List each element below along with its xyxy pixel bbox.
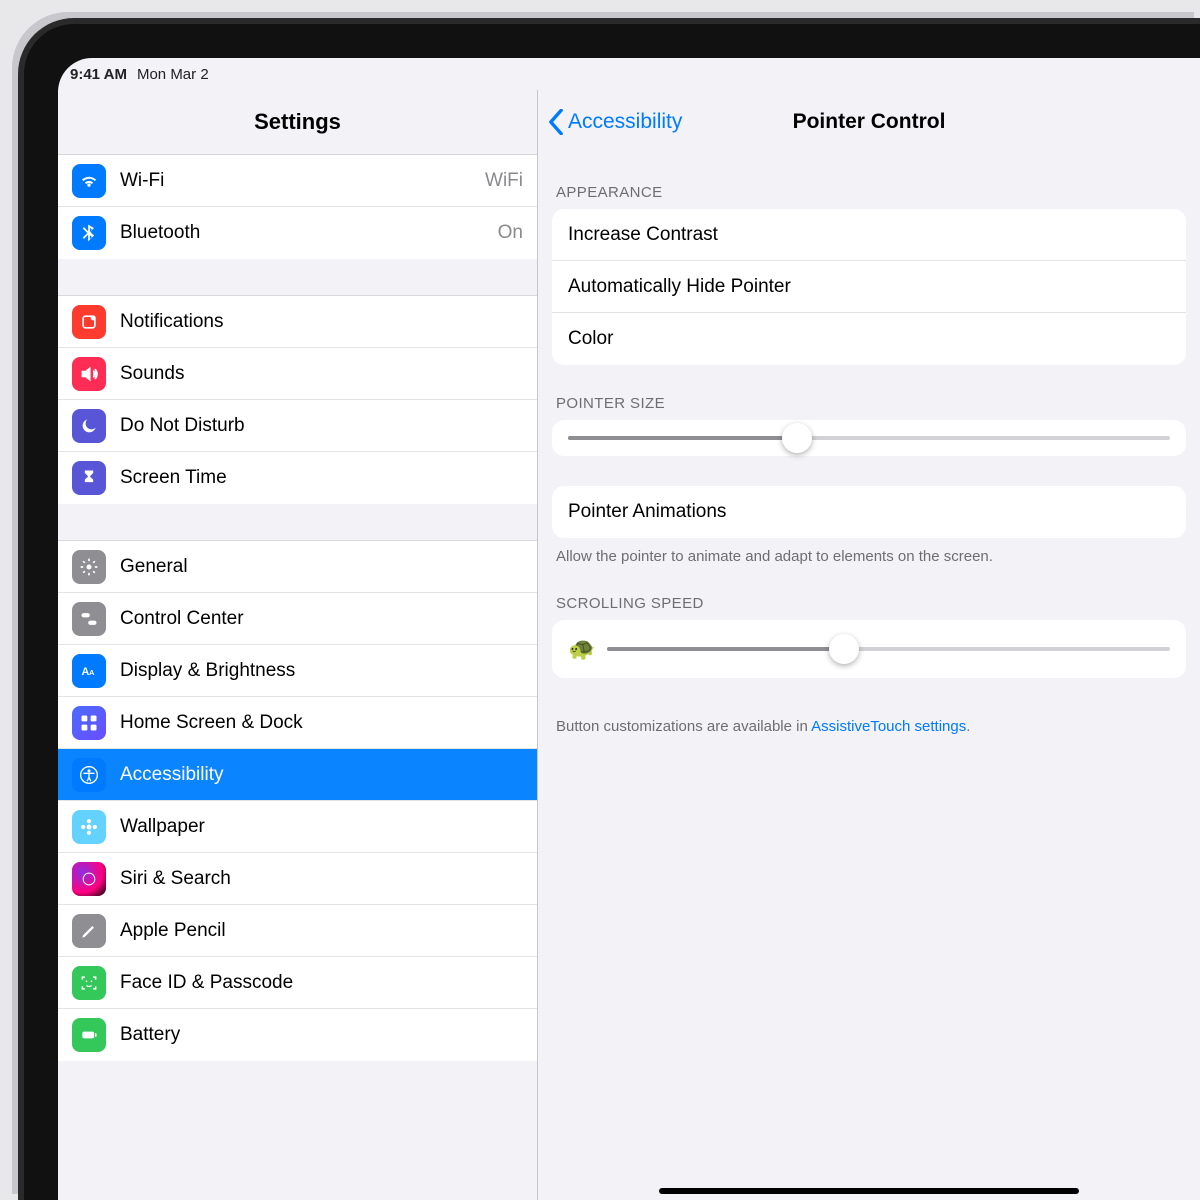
sidebar-item-wallpaper[interactable]: Wallpaper xyxy=(58,801,537,853)
switches-icon xyxy=(72,602,106,636)
sidebar-item-label: Siri & Search xyxy=(120,868,523,890)
sidebar-item-sounds[interactable]: Sounds xyxy=(58,348,537,400)
detail-pane: Accessibility Pointer Control APPEARANCE… xyxy=(538,90,1200,1200)
sidebar-item-label: Apple Pencil xyxy=(120,920,523,942)
slider-thumb[interactable] xyxy=(782,423,812,453)
battery-icon xyxy=(72,1018,106,1052)
status-bar: 9:41 AM Mon Mar 2 xyxy=(58,58,1200,90)
moon-icon xyxy=(72,409,106,443)
status-time: 9:41 AM xyxy=(70,66,127,83)
pointer-size-slider-group xyxy=(552,420,1186,456)
sidebar-item-screentime[interactable]: Screen Time xyxy=(58,452,537,504)
sidebar-item-label: Wi-Fi xyxy=(120,170,485,192)
sidebar-item-notifications[interactable]: Notifications xyxy=(58,296,537,348)
footer-suffix: . xyxy=(966,718,970,735)
sidebar-item-label: Accessibility xyxy=(120,764,523,786)
pointer-animations-row[interactable]: Pointer Animations xyxy=(552,486,1186,538)
settings-sidebar: Settings Wi-FiWiFiBluetoothOnNotificatio… xyxy=(58,90,538,1200)
section-label-appearance: APPEARANCE xyxy=(538,154,1200,209)
sidebar-item-label: Screen Time xyxy=(120,467,523,489)
cell-increase-contrast[interactable]: Increase Contrast xyxy=(552,209,1186,261)
sidebar-title: Settings xyxy=(58,90,537,154)
cell-auto-hide[interactable]: Automatically Hide Pointer xyxy=(552,261,1186,313)
grid-icon xyxy=(72,706,106,740)
appearance-group: Increase Contrast Automatically Hide Poin… xyxy=(552,209,1186,365)
sidebar-item-display[interactable]: AA Display & Brightness xyxy=(58,645,537,697)
sidebar-item-label: Face ID & Passcode xyxy=(120,972,523,994)
bluetooth-icon xyxy=(72,216,106,250)
sidebar-item-faceid[interactable]: Face ID & Passcode xyxy=(58,957,537,1009)
pointer-animations-group: Pointer Animations xyxy=(552,486,1186,538)
sidebar-item-label: Display & Brightness xyxy=(120,660,523,682)
pointer-animations-footer: Allow the pointer to animate and adapt t… xyxy=(538,538,1200,565)
chevron-left-icon xyxy=(548,109,564,135)
footer-prefix: Button customizations are available in xyxy=(556,718,811,735)
customization-footer: Button customizations are available in A… xyxy=(538,678,1200,735)
slider-thumb[interactable] xyxy=(829,634,859,664)
sidebar-item-label: Notifications xyxy=(120,311,523,333)
sidebar-item-label: Wallpaper xyxy=(120,816,523,838)
faceid-icon xyxy=(72,966,106,1000)
nav-bar: Accessibility xyxy=(538,90,1200,154)
turtle-icon: 🐢 xyxy=(568,636,595,662)
svg-text:A: A xyxy=(89,668,95,677)
assistivetouch-link[interactable]: AssistiveTouch settings xyxy=(811,718,966,735)
pencil-icon xyxy=(72,914,106,948)
sidebar-item-label: Sounds xyxy=(120,363,523,385)
device-frame: 9:41 AM Mon Mar 2 Settings Wi-FiWiFiBlue… xyxy=(18,18,1200,1200)
cell-label: Increase Contrast xyxy=(568,224,718,246)
sidebar-item-general[interactable]: General xyxy=(58,541,537,593)
cell-color[interactable]: Color xyxy=(552,313,1186,365)
sidebar-item-battery[interactable]: Battery xyxy=(58,1009,537,1061)
sidebar-item-accessibility[interactable]: Accessibility xyxy=(58,749,537,801)
sidebar-item-label: General xyxy=(120,556,523,578)
sidebar-item-value: WiFi xyxy=(485,170,523,192)
scrolling-speed-slider[interactable] xyxy=(607,647,1170,651)
text-size-icon: AA xyxy=(72,654,106,688)
sidebar-item-bluetooth[interactable]: BluetoothOn xyxy=(58,207,537,259)
hourglass-icon xyxy=(72,461,106,495)
sidebar-item-label: Control Center xyxy=(120,608,523,630)
gear-icon xyxy=(72,550,106,584)
sidebar-item-label: Bluetooth xyxy=(120,222,498,244)
section-label-scrolling-speed: SCROLLING SPEED xyxy=(538,565,1200,620)
sidebar-item-dnd[interactable]: Do Not Disturb xyxy=(58,400,537,452)
sidebar-item-label: Do Not Disturb xyxy=(120,415,523,437)
sidebar-item-label: Home Screen & Dock xyxy=(120,712,523,734)
pointer-animations-label: Pointer Animations xyxy=(568,501,726,523)
cell-label: Automatically Hide Pointer xyxy=(568,276,791,298)
back-label: Accessibility xyxy=(568,110,682,134)
sidebar-item-siri[interactable]: Siri & Search xyxy=(58,853,537,905)
back-button[interactable]: Accessibility xyxy=(548,109,682,135)
sidebar-item-wifi[interactable]: Wi-FiWiFi xyxy=(58,155,537,207)
siri-icon xyxy=(72,862,106,896)
sidebar-item-pencil[interactable]: Apple Pencil xyxy=(58,905,537,957)
screen: 9:41 AM Mon Mar 2 Settings Wi-FiWiFiBlue… xyxy=(58,58,1200,1200)
section-label-pointer-size: POINTER SIZE xyxy=(538,365,1200,420)
home-indicator[interactable] xyxy=(659,1188,1079,1194)
sidebar-item-home[interactable]: Home Screen & Dock xyxy=(58,697,537,749)
status-date: Mon Mar 2 xyxy=(137,66,209,83)
accessibility-icon xyxy=(72,758,106,792)
pointer-size-slider[interactable] xyxy=(568,436,1170,440)
sidebar-item-controlcenter[interactable]: Control Center xyxy=(58,593,537,645)
flower-icon xyxy=(72,810,106,844)
cell-label: Color xyxy=(568,328,613,350)
sidebar-item-label: Battery xyxy=(120,1024,523,1046)
sidebar-item-value: On xyxy=(498,222,523,244)
wifi-icon xyxy=(72,164,106,198)
bell-icon xyxy=(72,305,106,339)
scrolling-speed-slider-group: 🐢 xyxy=(552,620,1186,678)
speaker-icon xyxy=(72,357,106,391)
